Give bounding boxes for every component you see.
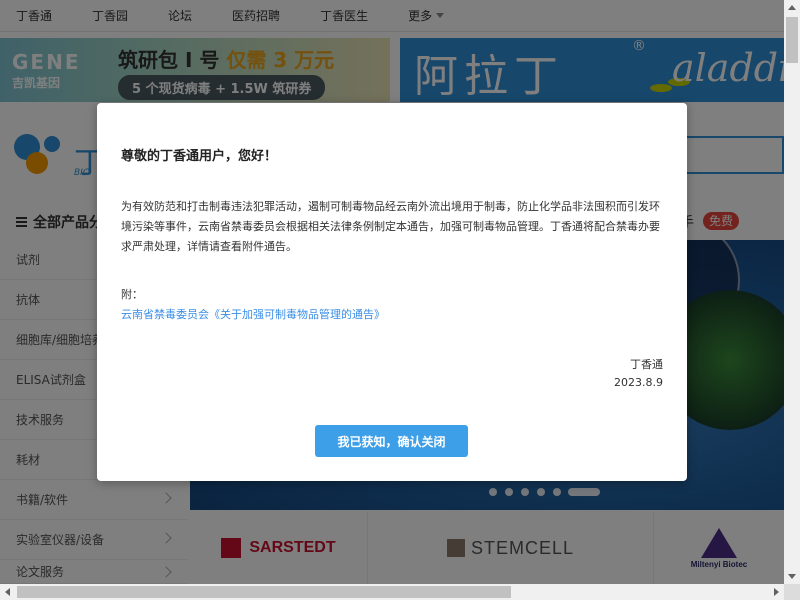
scroll-up-icon[interactable]: [788, 5, 796, 10]
vertical-scrollbar[interactable]: [784, 0, 800, 584]
horizontal-scroll-thumb[interactable]: [17, 586, 511, 598]
attachment-link[interactable]: 云南省禁毒委员会《关于加强可制毒物品管理的通告》: [121, 306, 385, 322]
modal-body: 为有效防范和打击制毒违法犯罪活动，遏制可制毒物品经云南外流出境用于制毒，防止化学…: [121, 200, 660, 253]
scroll-down-icon[interactable]: [788, 574, 796, 579]
modal-signature: 丁香通: [630, 358, 663, 371]
notice-modal: 尊敬的丁香通用户，您好！ 为有效防范和打击制毒违法犯罪活动，遏制可制毒物品经云南…: [97, 103, 687, 481]
scroll-right-icon[interactable]: [774, 588, 779, 596]
attachment-label: 附：: [121, 288, 143, 301]
scroll-left-icon[interactable]: [5, 588, 10, 596]
scrollbar-corner: [784, 584, 800, 600]
horizontal-scrollbar[interactable]: [0, 584, 784, 600]
modal-title: 尊敬的丁香通用户，您好！: [121, 149, 278, 164]
confirm-close-button[interactable]: 我已获知，确认关闭: [315, 425, 468, 457]
modal-date: 2023.8.9: [614, 376, 663, 389]
vertical-scroll-thumb[interactable]: [786, 17, 798, 63]
